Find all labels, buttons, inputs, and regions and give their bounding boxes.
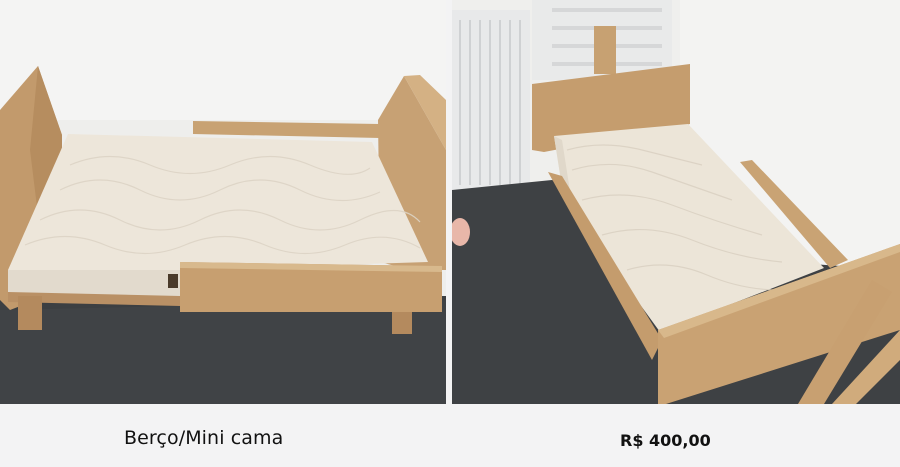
listing-photo-left[interactable] <box>0 0 446 404</box>
listing-title[interactable]: Berço/Mini cama <box>124 427 283 449</box>
listing-photo-right[interactable] <box>452 0 900 404</box>
bed-photo-front <box>0 0 446 404</box>
bed-photo-side <box>452 0 900 404</box>
listing-price: R$ 400,00 <box>620 431 711 450</box>
